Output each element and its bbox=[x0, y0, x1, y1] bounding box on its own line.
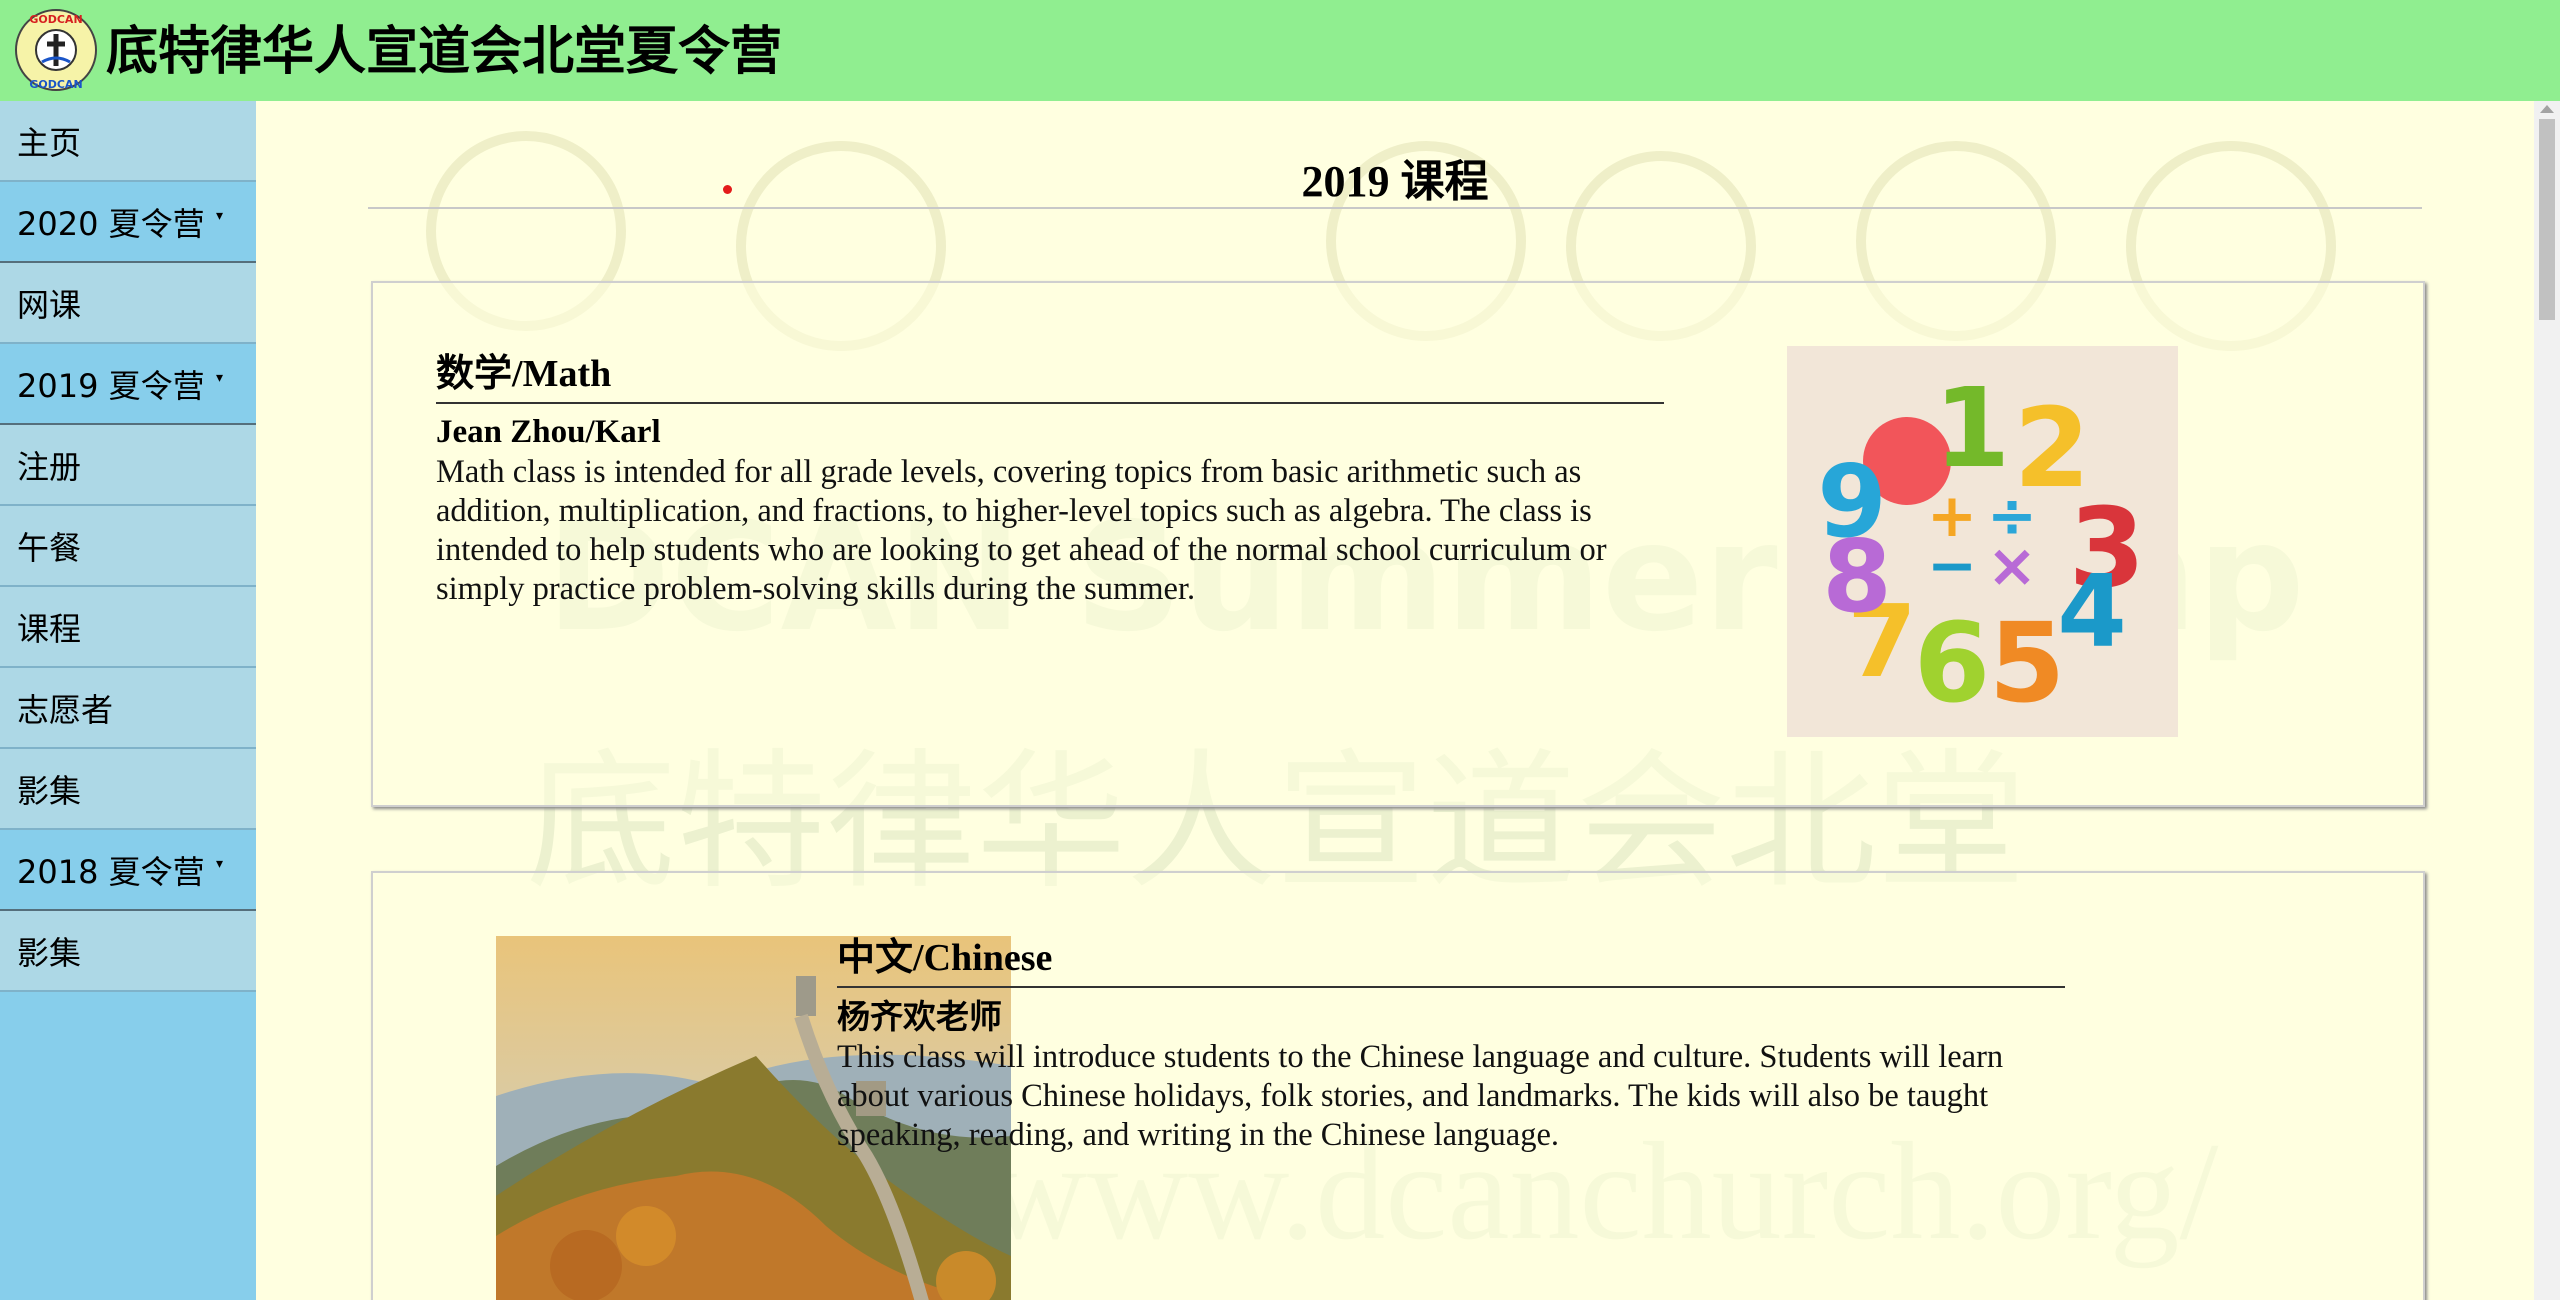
svg-text:−: − bbox=[1927, 531, 1977, 601]
page-heading: 2019 课程 bbox=[368, 131, 2422, 209]
sidebar-item-2018-camp[interactable]: 2018 夏令营 ▾ bbox=[0, 830, 256, 911]
sidebar-item-volunteers[interactable]: 志愿者 bbox=[0, 668, 256, 749]
sidebar-item-label: 午餐 bbox=[17, 528, 82, 567]
course-description: Math class is intended for all grade lev… bbox=[436, 454, 1607, 607]
sidebar-item-registration[interactable]: 注册 bbox=[0, 425, 256, 506]
course-title: 中文/Chinese bbox=[837, 935, 2065, 988]
scroll-up-arrow-icon[interactable] bbox=[2540, 105, 2554, 113]
site-title: 底特律华人宣道会北堂夏令营 bbox=[106, 22, 783, 82]
main-content: DCAN Summer Camp 底特律华人宣道会北堂 www.dcanchur… bbox=[256, 101, 2534, 1300]
sidebar-item-label: 2020 夏令营 bbox=[17, 204, 205, 243]
course-title: 数学/Math bbox=[436, 351, 1664, 404]
sidebar-item-gallery-2019[interactable]: 影集 bbox=[0, 749, 256, 830]
course-teacher: Jean Zhou/Karl bbox=[436, 414, 661, 450]
svg-text:1: 1 bbox=[1934, 364, 2011, 492]
sidebar-item-lunch[interactable]: 午餐 bbox=[0, 506, 256, 587]
svg-text:5: 5 bbox=[1989, 599, 2066, 727]
sidebar-item-label: 注册 bbox=[17, 447, 82, 486]
sidebar-item-label: 课程 bbox=[17, 609, 82, 648]
godcan-logo[interactable]: GODCAN GODCAN bbox=[14, 8, 98, 92]
course-description: This class will introduce students to th… bbox=[837, 1039, 2004, 1153]
dropdown-caret-icon: ▾ bbox=[216, 856, 224, 872]
sidebar-item-2019-camp[interactable]: 2019 夏令营 ▾ bbox=[0, 344, 256, 425]
sidebar-item-home[interactable]: 主页 bbox=[0, 101, 256, 182]
svg-text:GODCAN: GODCAN bbox=[29, 13, 82, 26]
course-teacher: 杨齐欢老师 bbox=[837, 997, 1002, 1036]
sidebar-item-label: 志愿者 bbox=[17, 690, 114, 729]
svg-text:×: × bbox=[1987, 531, 2037, 601]
sidebar-item-2020-camp[interactable]: 2020 夏令营 ▾ bbox=[0, 182, 256, 263]
cursor-dot bbox=[723, 185, 732, 194]
svg-text:4: 4 bbox=[2057, 553, 2127, 670]
sidebar-item-label: 网课 bbox=[17, 285, 82, 324]
sidebar-item-label: 影集 bbox=[17, 771, 82, 810]
sidebar-item-courses[interactable]: 课程 bbox=[0, 587, 256, 668]
sidebar-item-online-class[interactable]: 网课 bbox=[0, 263, 256, 344]
page-title: 2019 课程 bbox=[1301, 157, 1489, 206]
dropdown-caret-icon: ▾ bbox=[216, 208, 224, 224]
sidebar-item-label: 主页 bbox=[17, 123, 82, 162]
cartoon-numbers-image: 1 2 3 4 5 6 7 8 9 + ÷ − × bbox=[1787, 346, 2178, 737]
sidebar-item-label: 2019 夏令营 bbox=[17, 366, 205, 405]
svg-text:6: 6 bbox=[1914, 599, 1991, 727]
sidebar-item-label: 2018 夏令营 bbox=[17, 852, 205, 891]
course-card-chinese: 中文/Chinese 杨齐欢老师 This class will introdu… bbox=[371, 871, 2425, 1300]
sidebar-item-gallery-2018[interactable]: 影集 bbox=[0, 911, 256, 992]
sidebar-nav: 主页 2020 夏令营 ▾ 网课 2019 夏令营 ▾ 注册 午餐 课程 志愿者 影… bbox=[0, 101, 256, 1300]
svg-text:GODCAN: GODCAN bbox=[29, 78, 82, 91]
svg-text:9: 9 bbox=[1817, 443, 1887, 560]
course-card-math: 数学/Math Jean Zhou/Karl Math class is int… bbox=[371, 281, 2425, 807]
site-header: GODCAN GODCAN 底特律华人宣道会北堂夏令营 bbox=[0, 0, 2560, 101]
sidebar-item-label: 影集 bbox=[17, 933, 82, 972]
scrollbar-thumb[interactable] bbox=[2539, 119, 2555, 320]
page-scrollbar[interactable] bbox=[2534, 101, 2560, 1300]
dropdown-caret-icon: ▾ bbox=[216, 370, 224, 386]
